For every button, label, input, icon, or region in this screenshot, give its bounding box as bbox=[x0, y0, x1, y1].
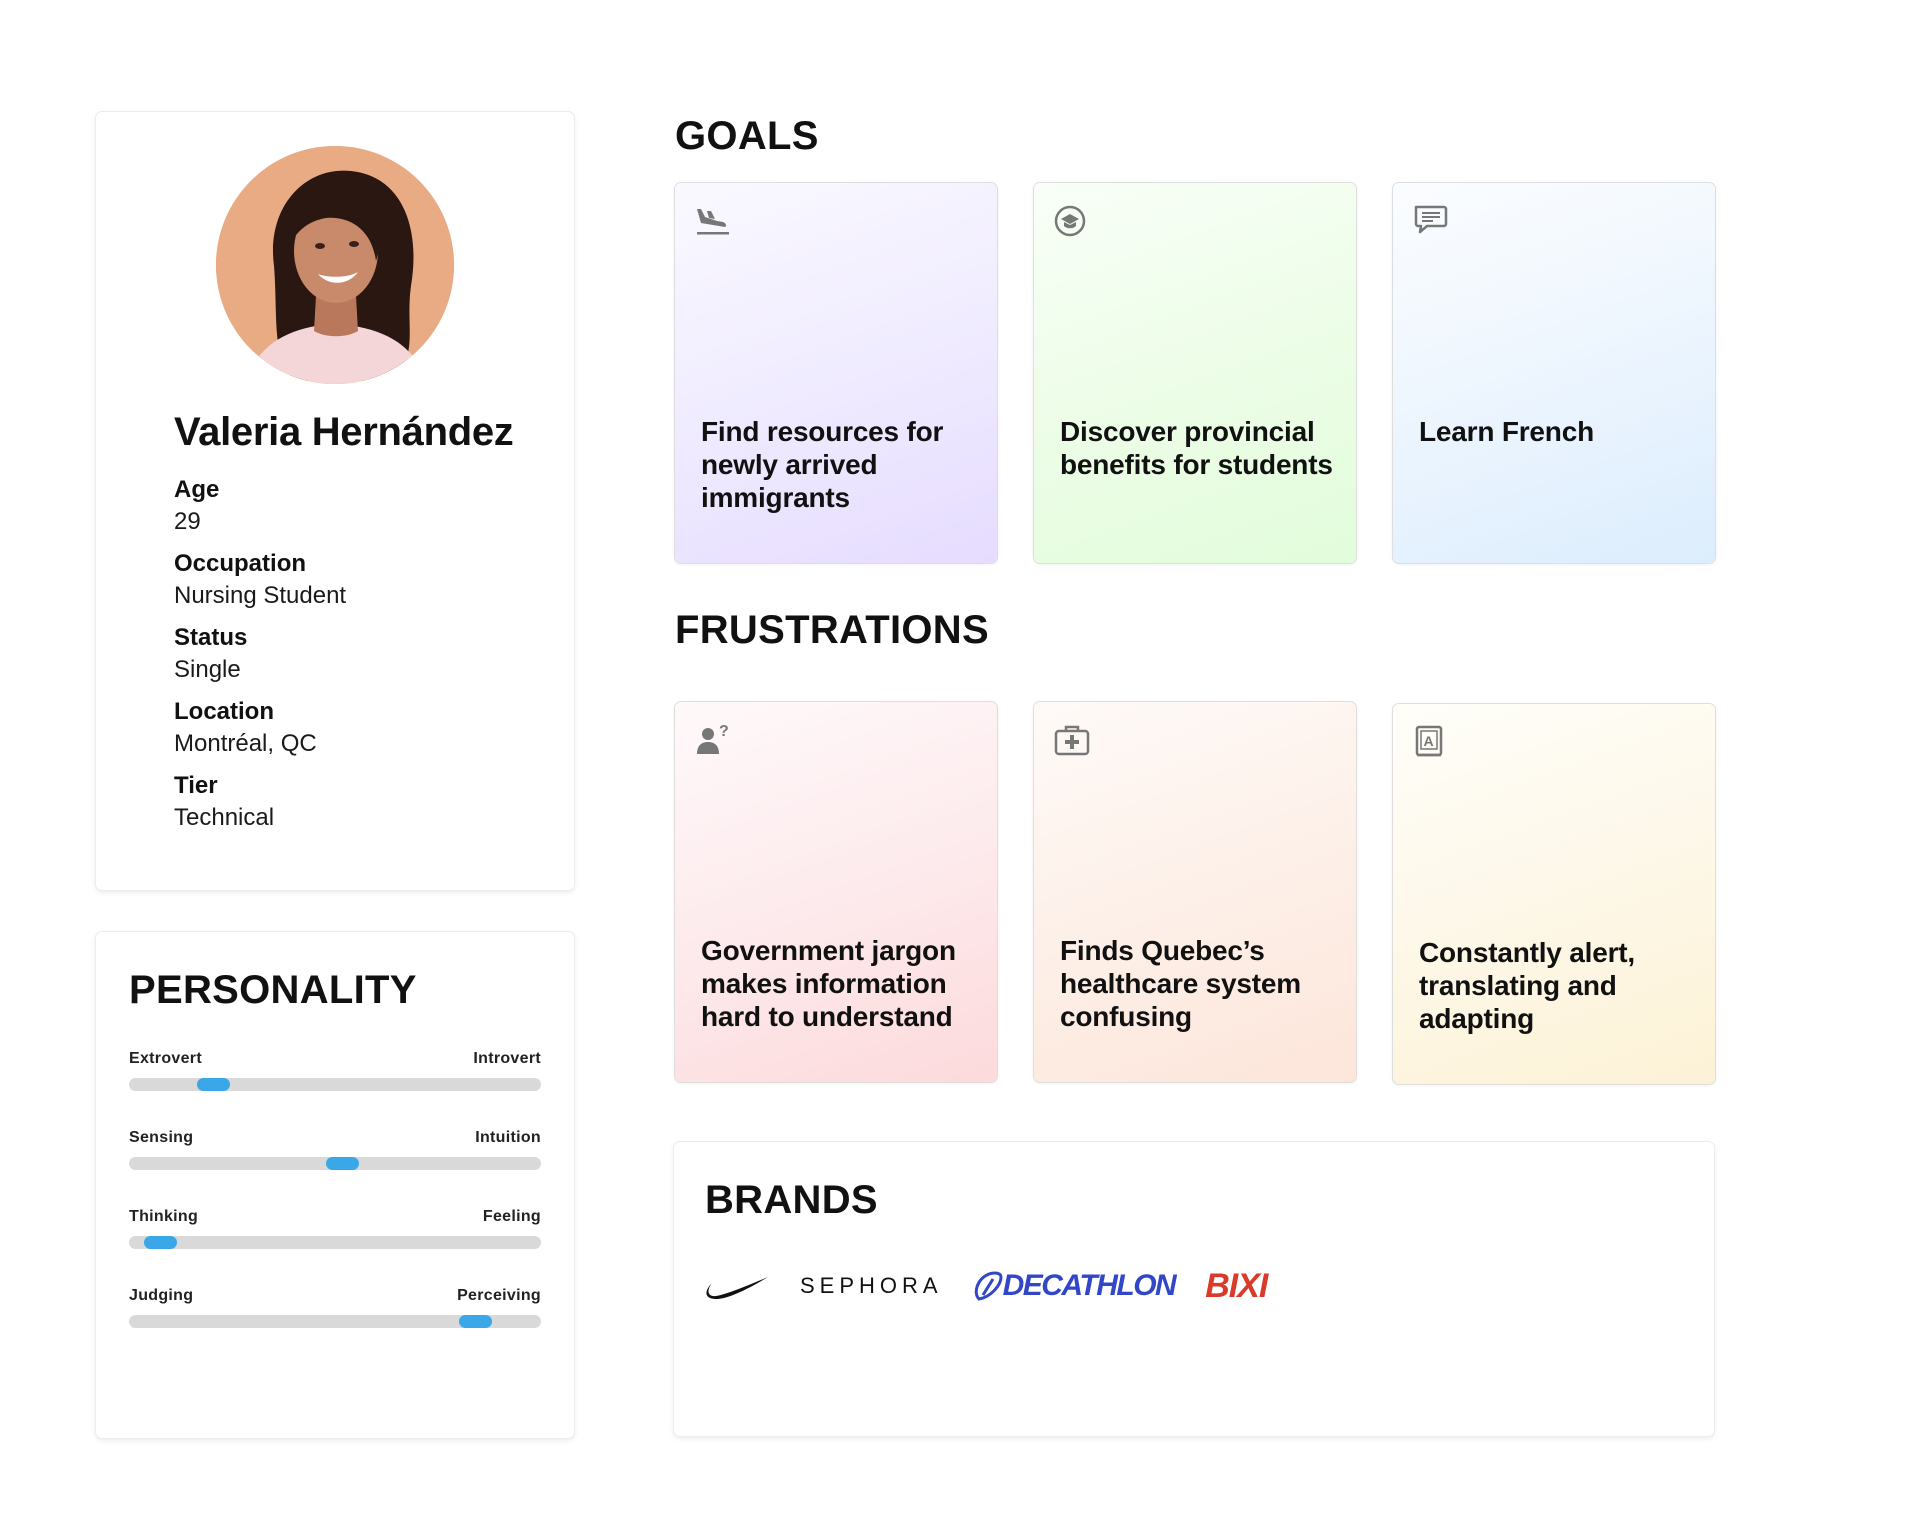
goals-title: GOALS bbox=[675, 114, 819, 158]
frustration-card: ? Government jargon makes information ha… bbox=[675, 702, 997, 1082]
attr-tier-label: Tier bbox=[174, 772, 218, 799]
goal-text: Learn French bbox=[1419, 416, 1594, 447]
trait-slider-track bbox=[129, 1078, 541, 1091]
svg-text:A: A bbox=[1424, 733, 1434, 749]
translate-book-icon: A bbox=[1415, 725, 1443, 757]
persona-name: Valeria Hernández bbox=[174, 410, 514, 454]
goal-text: Find resources for newly arrived immigra… bbox=[701, 416, 944, 513]
goal-card: Find resources for newly arrived immigra… bbox=[675, 183, 997, 563]
decathlon-wordmark: DECATHLON bbox=[1002, 1269, 1177, 1302]
trait-slider-knob bbox=[326, 1157, 359, 1170]
persona-attributes: Age 29 Occupation Nursing Student Status… bbox=[174, 474, 346, 844]
decathlon-logo: DECATHLON bbox=[973, 1269, 1177, 1303]
personality-card: PERSONALITY Extrovert Introvert Sensing In… bbox=[96, 932, 574, 1438]
trait-left-label: Extrovert bbox=[129, 1050, 202, 1067]
trait-row: Judging Perceiving bbox=[129, 1287, 541, 1328]
frustration-text: Constantly alert, translating and adapti… bbox=[1419, 937, 1635, 1034]
person-question-icon: ? bbox=[697, 723, 729, 754]
trait-right-label: Perceiving bbox=[457, 1287, 541, 1304]
nike-logo bbox=[704, 1273, 770, 1299]
goal-text: Discover provincial benefits for student… bbox=[1060, 416, 1333, 480]
frustration-card: Finds Quebec’s healthcare system confusi… bbox=[1034, 702, 1356, 1082]
chat-bubble-icon bbox=[1414, 205, 1448, 234]
trait-right-label: Feeling bbox=[482, 1208, 541, 1225]
trait-slider-track bbox=[129, 1236, 541, 1249]
attr-age-value: 29 bbox=[174, 508, 201, 535]
trait-left-label: Thinking bbox=[129, 1208, 199, 1225]
attr-occupation-value: Nursing Student bbox=[174, 582, 347, 609]
trait-slider-knob bbox=[197, 1078, 230, 1091]
attr-location-value: Montréal, QC bbox=[174, 730, 317, 757]
trait-slider-track bbox=[129, 1157, 541, 1170]
trait-row: Thinking Feeling bbox=[129, 1208, 541, 1249]
frustration-card: A Constantly alert, translating and adap… bbox=[1393, 704, 1715, 1084]
attr-location-label: Location bbox=[174, 698, 274, 725]
medical-kit-icon bbox=[1054, 725, 1090, 756]
trait-right-label: Introvert bbox=[473, 1050, 541, 1067]
frustrations-title: FRUSTRATIONS bbox=[675, 608, 989, 652]
goal-card: Learn French bbox=[1393, 183, 1715, 563]
brands-title: BRANDS bbox=[705, 1178, 878, 1222]
profile-card: Valeria Hernández Age 29 Occupation Nurs… bbox=[96, 112, 574, 890]
decathlon-mark-icon bbox=[974, 1271, 1003, 1301]
personality-traits: Extrovert Introvert Sensing Intuition Thin… bbox=[129, 1050, 541, 1366]
trait-row: Extrovert Introvert bbox=[129, 1050, 541, 1091]
attr-status-value: Single bbox=[174, 656, 241, 683]
trait-slider-track bbox=[129, 1315, 541, 1328]
graduation-cap-icon bbox=[1054, 205, 1086, 237]
bixi-logo: BIXI bbox=[1205, 1266, 1268, 1305]
trait-slider-knob bbox=[459, 1315, 492, 1328]
avatar-portrait bbox=[216, 146, 454, 384]
personality-title: PERSONALITY bbox=[129, 968, 417, 1012]
sephora-logo: SEPHORA bbox=[800, 1273, 943, 1298]
attr-tier-value: Technical bbox=[174, 804, 275, 831]
frustration-text: Finds Quebec’s healthcare system confusi… bbox=[1060, 935, 1301, 1032]
nike-swoosh-icon bbox=[706, 1277, 768, 1299]
trait-right-label: Intuition bbox=[475, 1129, 541, 1146]
attr-age-label: Age bbox=[174, 476, 220, 503]
goal-card: Discover provincial benefits for student… bbox=[1034, 183, 1356, 563]
trait-row: Sensing Intuition bbox=[129, 1129, 541, 1170]
trait-slider-knob bbox=[144, 1236, 177, 1249]
svg-text:?: ? bbox=[719, 723, 729, 740]
trait-left-label: Sensing bbox=[129, 1129, 194, 1146]
avatar bbox=[216, 146, 454, 384]
attr-status-label: Status bbox=[174, 624, 248, 651]
trait-left-label: Judging bbox=[129, 1287, 194, 1304]
brands-card: BRANDS SEPHORA DECATHLON BIXI bbox=[674, 1142, 1714, 1436]
frustration-text: Government jargon makes information hard… bbox=[701, 935, 956, 1032]
plane-landing-icon bbox=[697, 209, 729, 235]
brand-logos: SEPHORA DECATHLON BIXI bbox=[704, 1266, 1297, 1306]
attr-occupation-label: Occupation bbox=[174, 550, 307, 577]
